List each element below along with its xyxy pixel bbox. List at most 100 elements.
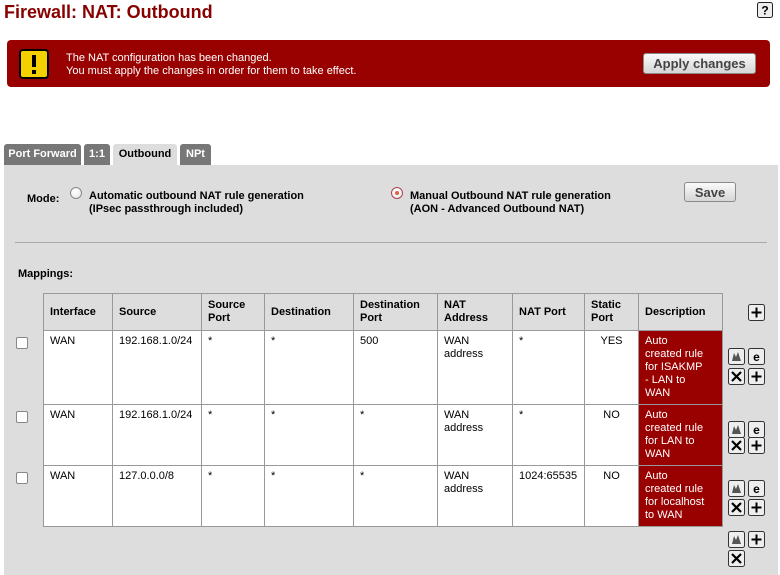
desc-line: for localhost	[645, 496, 705, 508]
cell-interface: WAN	[43, 404, 113, 466]
cell-destination: *	[264, 465, 354, 527]
edit-rule-icon[interactable]: e	[748, 421, 765, 438]
auto-nat-option-line1: Automatic outbound NAT rule generation	[89, 190, 304, 202]
table-row[interactable]: WAN 192.168.1.0/24 * * 500 WAN address * …	[43, 330, 723, 405]
cell-destination-port: 500	[353, 330, 438, 405]
manual-nat-option-line2: (AON - Advanced Outbound NAT)	[410, 203, 585, 215]
cell-nat-port: *	[512, 404, 585, 466]
cell-interface: WAN	[43, 465, 113, 527]
move-rule-icon[interactable]	[728, 348, 745, 365]
cell-source: 127.0.0.0/8	[112, 465, 202, 527]
auto-nat-option-line2: (IPsec passthrough included)	[89, 203, 244, 215]
col-label: Source	[119, 305, 157, 318]
col-interface[interactable]: Interface	[43, 293, 113, 331]
tab-one-to-one[interactable]: 1:1	[84, 144, 110, 165]
cell-source-port: *	[201, 465, 265, 527]
add-rule-icon[interactable]	[748, 531, 765, 548]
desc-line: created rule	[645, 348, 704, 360]
cell-description: Auto created rule for LAN to WAN	[638, 404, 723, 466]
edit-rule-icon[interactable]: e	[748, 348, 765, 365]
svg-text:e: e	[753, 350, 760, 364]
col-label: Destination	[360, 299, 420, 311]
row-select-checkbox[interactable]	[16, 411, 28, 423]
desc-line: created rule	[645, 422, 704, 434]
auto-nat-radio[interactable]	[70, 187, 82, 199]
delete-rule-icon[interactable]	[728, 550, 745, 567]
col-destination-port[interactable]: Destination Port	[353, 293, 438, 331]
desc-line: for ISAKMP	[645, 361, 703, 373]
row-select-checkbox[interactable]	[16, 337, 28, 349]
manual-nat-option-line1: Manual Outbound NAT rule generation	[410, 190, 611, 202]
auto-nat-option-label: Automatic outbound NAT rule generation (…	[89, 190, 304, 216]
svg-text:e: e	[753, 423, 760, 437]
table-row[interactable]: WAN 127.0.0.0/8 * * * WAN address 1024:65…	[43, 465, 723, 527]
desc-line: WAN	[645, 448, 671, 460]
col-label: Address	[444, 312, 489, 324]
add-rule-icon[interactable]	[748, 499, 765, 516]
tab-npt[interactable]: NPt	[180, 144, 211, 165]
divider	[15, 242, 767, 243]
move-rule-icon[interactable]	[728, 531, 745, 548]
edit-rule-icon[interactable]: e	[748, 480, 765, 497]
move-rule-icon[interactable]	[728, 421, 745, 438]
cell-source: 192.168.1.0/24	[112, 330, 202, 405]
desc-line: to WAN	[645, 509, 683, 521]
question-mark-icon[interactable]: ?	[757, 2, 773, 18]
apply-changes-button[interactable]: Apply changes	[643, 53, 756, 74]
cell-static-port: YES	[584, 330, 639, 405]
cell-static-port: NO	[584, 465, 639, 527]
manual-nat-option-label: Manual Outbound NAT rule generation (AON…	[410, 190, 611, 216]
col-label: Static	[591, 299, 621, 311]
add-rule-icon[interactable]	[748, 368, 765, 385]
col-label: NAT	[444, 299, 466, 311]
config-changed-alert: The NAT configuration has been changed. …	[7, 40, 770, 87]
cell-source: 192.168.1.0/24	[112, 404, 202, 466]
cell-description: Auto created rule for ISAKMP - LAN to WA…	[638, 330, 723, 405]
desc-line: created rule	[645, 483, 704, 495]
table-row[interactable]: WAN 192.168.1.0/24 * * * WAN address * NO…	[43, 404, 723, 466]
cell-destination-port: *	[353, 465, 438, 527]
svg-text:?: ?	[761, 4, 768, 18]
cell-destination: *	[264, 330, 354, 405]
col-label: Port	[591, 312, 613, 324]
col-label: Source	[208, 299, 246, 311]
add-rule-icon[interactable]	[748, 304, 765, 321]
col-destination[interactable]: Destination	[264, 293, 354, 331]
tab-port-forward[interactable]: Port Forward	[4, 144, 81, 165]
col-label: Destination	[271, 305, 331, 318]
page-title: Firewall: NAT: Outbound	[4, 2, 213, 22]
col-description[interactable]: Description	[638, 293, 723, 331]
alert-message-line2: You must apply the changes in order for …	[66, 65, 357, 77]
cell-nat-port: 1024:65535	[512, 465, 585, 527]
mappings-label: Mappings:	[18, 268, 73, 280]
add-rule-icon[interactable]	[748, 437, 765, 454]
cell-description: Auto created rule for localhost to WAN	[638, 465, 723, 527]
cell-nat-address: WAN address	[437, 330, 513, 405]
col-nat-port[interactable]: NAT Port	[512, 293, 585, 331]
nat-address-line: WAN	[444, 470, 470, 482]
delete-rule-icon[interactable]	[728, 499, 745, 516]
cell-destination: *	[264, 404, 354, 466]
nat-address-line: address	[444, 483, 484, 495]
save-button[interactable]: Save	[684, 182, 736, 202]
cell-source-port: *	[201, 330, 265, 405]
col-static-port[interactable]: Static Port	[584, 293, 639, 331]
desc-line: Auto	[645, 335, 668, 347]
desc-line: Auto	[645, 409, 668, 421]
col-nat-address[interactable]: NAT Address	[437, 293, 513, 331]
manual-nat-radio[interactable]	[391, 187, 403, 199]
tab-outbound[interactable]: Outbound	[113, 144, 177, 165]
row-select-checkbox[interactable]	[16, 472, 28, 484]
delete-rule-icon[interactable]	[728, 437, 745, 454]
nat-address-line: address	[444, 422, 484, 434]
col-source[interactable]: Source	[112, 293, 202, 331]
nat-address-line: address	[444, 348, 484, 360]
col-source-port[interactable]: Source Port	[201, 293, 265, 331]
alert-message-line1: The NAT configuration has been changed.	[66, 52, 272, 64]
nat-address-line: WAN	[444, 335, 470, 347]
svg-text:e: e	[753, 482, 760, 496]
move-rule-icon[interactable]	[728, 480, 745, 497]
delete-rule-icon[interactable]	[728, 368, 745, 385]
cell-static-port: NO	[584, 404, 639, 466]
col-label: Interface	[50, 305, 96, 318]
